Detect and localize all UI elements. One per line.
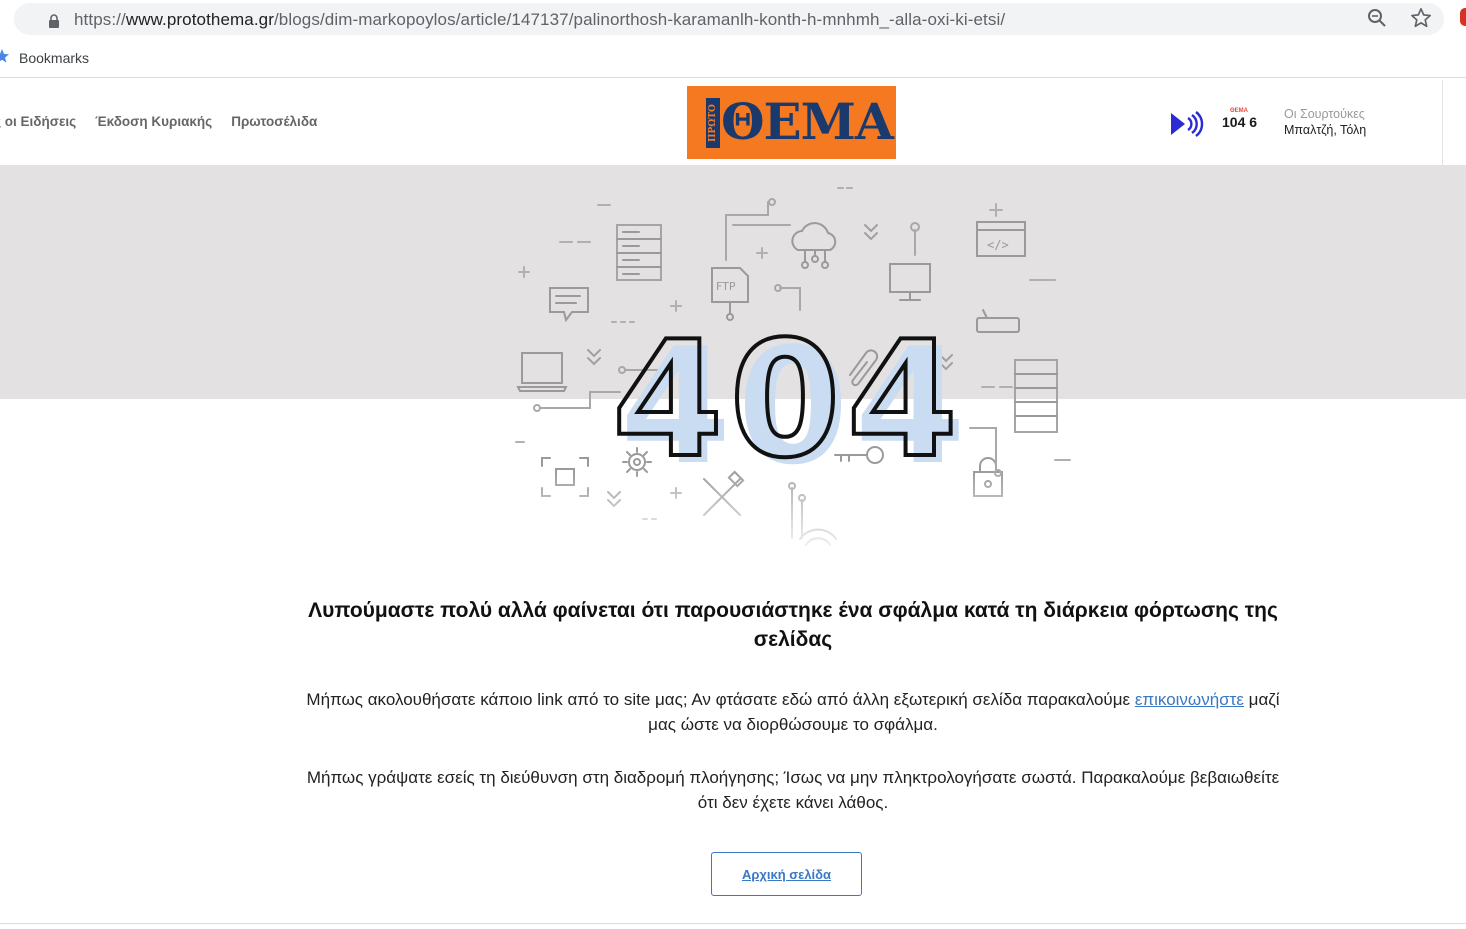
main-nav: ς οι Ειδήσεις Έκδοση Κυριακής Πρωτοσέλιδ… xyxy=(0,114,317,129)
contact-link[interactable]: επικοινωνήστε xyxy=(1135,690,1244,709)
site-logo[interactable]: ΠΡΩΤΟ ΘΕΜΑ xyxy=(687,86,896,159)
url-host: www.protothema.gr xyxy=(125,10,274,29)
logo-big-text: ΘΕΜΑ xyxy=(721,92,894,151)
site-header: ς οι Ειδήσεις Έκδοση Κυριακής Πρωτοσέλιδ… xyxy=(0,80,1466,166)
error-paragraph-typo: Μήπως γράψατε εσείς τη διεύθυνση στη δια… xyxy=(306,768,1280,812)
radio-player: ΘΕΜΑ 104 6 Οι Σουρτούκες Μπαλτζή, Τόλη xyxy=(1168,106,1466,146)
radio-freq-main: 104 xyxy=(1222,114,1246,130)
header-divider xyxy=(1442,80,1443,166)
logo-small-text: ΠΡΩΤΟ xyxy=(706,98,720,148)
para1-text-before: Μήπως ακολουθήσατε κάποιο link από το si… xyxy=(306,690,1135,709)
radio-show-hosts: Μπαλτζή, Τόλη xyxy=(1284,123,1367,137)
bookmarks-bar: Bookmarks xyxy=(0,38,1466,78)
illustration-fade xyxy=(480,470,1100,570)
star-icon[interactable] xyxy=(1410,7,1432,29)
server-icon xyxy=(616,224,662,281)
url-path: /blogs/dim-markopoylos/article/147137/pa… xyxy=(273,10,1006,29)
browser-address-bar: https://www.protothema.gr/blogs/dim-mark… xyxy=(0,0,1466,38)
nav-item-sunday-edition[interactable]: Έκδοση Κυριακής xyxy=(95,114,212,129)
url-scheme: https:// xyxy=(74,10,126,29)
url-text[interactable]: https://www.protothema.gr/blogs/dim-mark… xyxy=(74,10,1005,30)
router-icon xyxy=(976,309,1020,333)
radio-show-title: Οι Σουρτούκες xyxy=(1284,107,1365,121)
radio-frequency[interactable]: ΘΕΜΑ 104 6 xyxy=(1222,108,1258,130)
speaker-play-icon[interactable] xyxy=(1168,109,1204,139)
url-field[interactable]: https://www.protothema.gr/blogs/dim-mark… xyxy=(14,3,1444,35)
bookmarks-label[interactable]: Bookmarks xyxy=(19,50,89,66)
laptop-icon xyxy=(516,352,568,392)
zoom-icon[interactable] xyxy=(1367,8,1387,28)
cloud-icon xyxy=(791,222,837,269)
error-heading: Λυπούμαστε πολύ αλλά φαίνεται ότι παρουσ… xyxy=(308,599,1278,651)
radio-freq-sub: 6 xyxy=(1249,114,1258,130)
chat-icon xyxy=(549,287,589,323)
radio-freq-tag: ΘΕΜΑ xyxy=(1230,108,1248,114)
home-page-button[interactable]: Αρχική σελίδα xyxy=(711,852,862,896)
svg-text:FTP: FTP xyxy=(716,280,736,293)
bookmark-star-icon[interactable] xyxy=(0,48,10,64)
nav-item-news[interactable]: ς οι Ειδήσεις xyxy=(0,114,76,129)
nav-item-front-pages[interactable]: Πρωτοσέλιδα xyxy=(231,114,317,129)
svg-text:</>: </> xyxy=(987,238,1009,252)
monitor-icon xyxy=(889,263,931,301)
error-paragraph-link: Μήπως ακολουθήσατε κάποιο link από το si… xyxy=(300,687,1286,737)
server-right-icon xyxy=(1014,359,1058,433)
profile-icon[interactable] xyxy=(1460,8,1466,26)
lock-icon xyxy=(49,14,59,28)
error-code-graphic: 404 404 xyxy=(610,310,966,480)
code-window-icon: </> xyxy=(976,221,1026,257)
error-code: 404 xyxy=(612,310,964,480)
footer-divider xyxy=(0,923,1466,924)
